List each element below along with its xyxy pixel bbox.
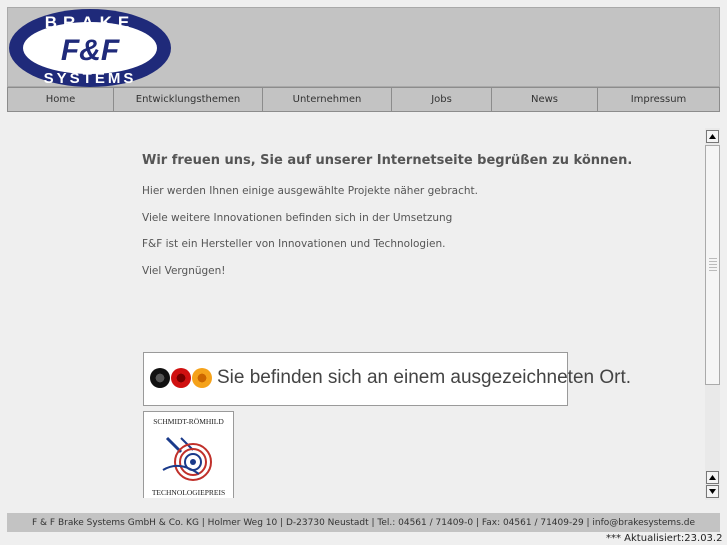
scroll-down-button[interactable] [706,485,719,498]
nav-item-impressum[interactable]: Impressum [598,88,719,111]
scroll-up-button-lower[interactable] [706,471,719,484]
arrow-down-icon [709,489,716,494]
arrow-up-icon [709,134,716,139]
last-updated: *** Aktualisiert:23.03.2 [606,533,723,544]
footer-contact: F & F Brake Systems GmbH & Co. KG | Holm… [7,513,720,532]
banner-text: Sie befinden sich an einem ausgezeichnet… [217,367,632,388]
closing-paragraph: Viel Vergnügen! [142,265,226,277]
company-paragraph: F&F ist ein Hersteller von Innovationen … [142,238,446,250]
fingerprint-icon [162,436,212,481]
nav-item-news[interactable]: News [492,88,598,111]
brake-systems-logo[interactable]: BRAKE F&F SYSTEMS [8,8,178,88]
footer-text[interactable]: F & F Brake Systems GmbH & Co. KG | Holm… [32,518,695,528]
content-scrollbar[interactable] [705,128,720,500]
main-nav: Home Entwicklungsthemen Unternehmen Jobs… [7,87,720,112]
technologiepreis-badge[interactable]: SCHMIDT-RÖMHILD TECHNOLOGIEPREIS [143,411,234,498]
arrow-up-icon [709,475,716,480]
header: BRAKE F&F SYSTEMS [7,7,720,87]
award-top-text: SCHMIDT-RÖMHILD [153,417,224,426]
innovation-paragraph: Viele weitere Innovationen befinden sich… [142,212,453,224]
intro-paragraph: Hier werden Ihnen einige ausgewählte Pro… [142,185,478,197]
nav-item-entwicklungsthemen[interactable]: Entwicklungsthemen [114,88,263,111]
logo-center-text: F&F [61,34,120,67]
main-content: Wir freuen uns, Sie auf unserer Internet… [7,128,703,498]
red-flower-icon [171,368,191,388]
welcome-headline: Wir freuen uns, Sie auf unserer Internet… [142,153,633,168]
black-flower-icon [150,368,170,388]
logo-bottom-text: SYSTEMS [44,70,137,87]
scroll-thumb[interactable] [705,145,720,385]
orange-flower-icon [192,368,212,388]
award-location-banner[interactable]: Sie befinden sich an einem ausgezeichnet… [143,352,631,406]
logo-top-text: BRAKE [45,13,135,32]
nav-item-jobs[interactable]: Jobs [392,88,492,111]
nav-item-unternehmen[interactable]: Unternehmen [263,88,392,111]
award-bottom-text: TECHNOLOGIEPREIS [151,488,226,497]
nav-item-home[interactable]: Home [8,88,114,111]
scroll-up-button[interactable] [706,130,719,143]
